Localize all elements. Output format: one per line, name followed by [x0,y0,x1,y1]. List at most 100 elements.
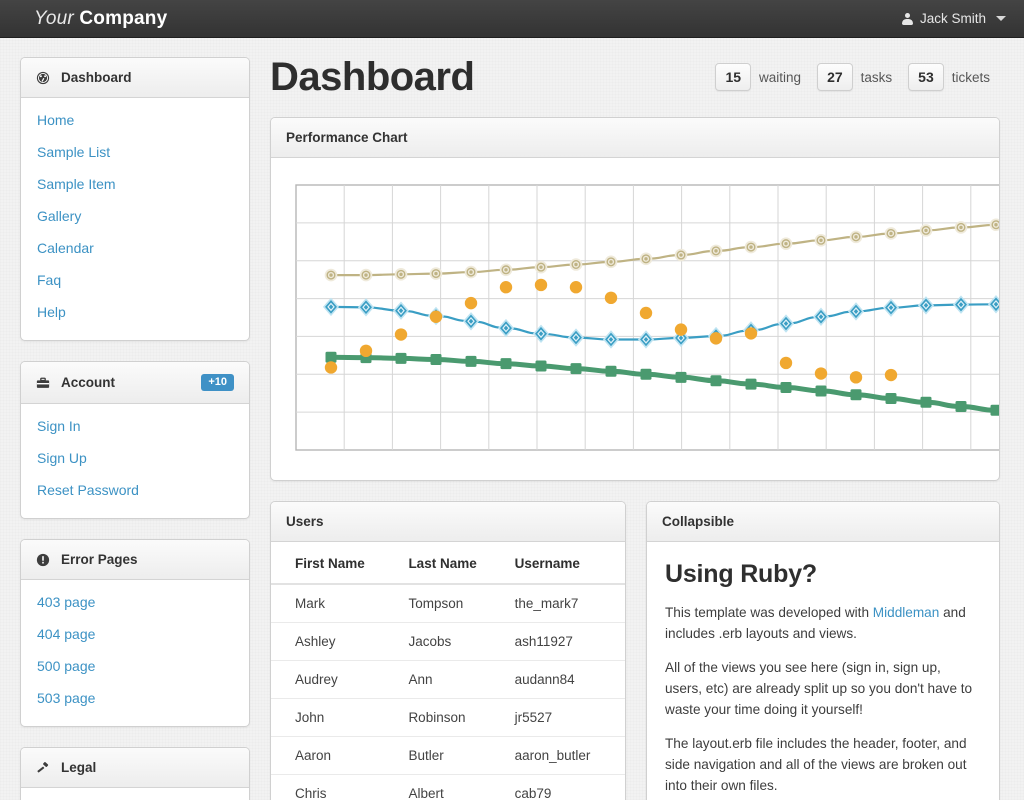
collapsible-panel-body: Using Ruby? This template was developed … [647,542,999,800]
collapsible-paragraph-2: All of the views you see here (sign in, … [665,660,973,717]
sidebar-group-header[interactable]: Account +10 [21,362,249,404]
cell-username: audann84 [504,660,625,699]
table-row[interactable]: John Robinson jr5527 [271,698,625,737]
stat-waiting-label: waiting [759,69,802,85]
users-panel: Users First Name Last Name Username Mark… [270,501,626,800]
sidebar-item-sample-list[interactable]: Sample List [21,136,249,168]
sidebar-group-title: Legal [61,760,97,775]
stat-tasks-label: tasks [860,69,893,85]
collapsible-column: Collapsible Using Ruby? This template wa… [646,501,1000,800]
sidebar-item-help[interactable]: Help [21,296,249,328]
list-item: 404 page [21,618,249,650]
bottom-row: Users First Name Last Name Username Mark… [270,501,1000,800]
user-name-label: Jack Smith [919,11,986,26]
panel-title: Performance Chart [286,130,408,145]
list-item: Calendar [21,232,249,264]
sidebar-item-privacy-policy[interactable]: Privacy Policy [21,794,249,800]
cell-username: the_mark7 [504,583,625,623]
performance-chart-header[interactable]: Performance Chart [271,118,999,158]
exclamation-circle-icon [36,553,50,567]
stat-tickets-value: 53 [908,63,944,91]
list-item: 500 page [21,650,249,682]
sidebar-item-sign-up[interactable]: Sign Up [21,442,249,474]
sidebar-item-calendar[interactable]: Calendar [21,232,249,264]
list-item: Help [21,296,249,328]
list-item: Sample Item [21,168,249,200]
sidebar-item-404-page[interactable]: 404 page [21,618,249,650]
table-row[interactable]: Aaron Butler aaron_butler [271,736,625,775]
collapsible-paragraph-1: This template was developed with Middlem… [665,603,981,644]
sidebar-item-home[interactable]: Home [21,104,249,136]
sidebar-nav-error-pages: 403 page 404 page 500 page 503 page [21,580,249,726]
collapsible-panel-header[interactable]: Collapsible [647,502,999,542]
user-menu[interactable]: Jack Smith [901,11,1006,26]
cell-first-name: Mark [271,583,399,623]
user-icon [901,12,913,25]
table-row[interactable]: Mark Tompson the_mark7 [271,583,625,623]
list-item: Faq [21,264,249,296]
cell-last-name: Albert [398,774,505,800]
stat-tasks-value: 27 [817,63,853,91]
column-header-last-name[interactable]: Last Name [398,542,505,585]
performance-chart-canvas[interactable] [271,172,999,466]
cell-last-name: Tompson [398,583,505,623]
stat-waiting-value: 15 [715,63,752,91]
page-header: Dashboard 15 waiting 27 tasks 53 tickets [270,57,1000,97]
briefcase-icon [36,376,50,390]
cell-first-name: Ashley [271,622,399,661]
collapsible-panel: Collapsible Using Ruby? This template wa… [646,501,1000,800]
sidebar-item-sample-item[interactable]: Sample Item [21,168,249,200]
status-badge: +10 [201,374,234,391]
sidebar-item-500-page[interactable]: 500 page [21,650,249,682]
cell-first-name: John [271,698,399,737]
sidebar-item-reset-password[interactable]: Reset Password [21,474,249,506]
list-item: Sample List [21,136,249,168]
list-item: Home [21,104,249,136]
sidebar-group-header[interactable]: Dashboard [21,58,249,98]
gavel-icon [36,761,50,775]
collapsible-paragraph-3: The layout.erb file includes the header,… [665,736,967,793]
list-item: 403 page [21,586,249,618]
sidebar-group-error-pages: Error Pages 403 page 404 page 500 page 5… [20,539,250,727]
sidebar-item-503-page[interactable]: 503 page [21,682,249,714]
cell-first-name: Chris [271,774,399,800]
sidebar-item-403-page[interactable]: 403 page [21,586,249,618]
cell-username: aaron_butler [504,736,625,775]
sidebar-group-header[interactable]: Legal [21,748,249,788]
performance-chart-panel: Performance Chart [270,117,1000,481]
users-table-body: Mark Tompson the_mark7 Ashley Jacobs ash… [271,583,625,800]
sidebar-group-legal: Legal Privacy Policy [20,747,250,800]
brand-your-text: Your [34,7,74,29]
users-panel-header[interactable]: Users [271,502,625,542]
list-item: Privacy Policy [21,794,249,800]
sidebar-group-header[interactable]: Error Pages [21,540,249,580]
users-panel-body: First Name Last Name Username Mark Tomps… [271,542,625,800]
cell-first-name: Aaron [271,736,399,775]
cell-first-name: Audrey [271,660,399,699]
cell-last-name: Jacobs [398,622,505,661]
sidebar-nav-account: Sign In Sign Up Reset Password [21,404,249,518]
brand-company-text: Company [79,7,168,29]
table-row[interactable]: Audrey Ann audann84 [271,660,625,699]
list-item: Sign Up [21,442,249,474]
sidebar-item-gallery[interactable]: Gallery [21,200,249,232]
brand-logo[interactable]: Your Company [34,8,167,30]
table-row[interactable]: Ashley Jacobs ash11927 [271,622,625,661]
sidebar-group-account: Account +10 Sign In Sign Up Reset Passwo… [20,361,250,519]
cell-last-name: Robinson [398,698,505,737]
sidebar-item-faq[interactable]: Faq [21,264,249,296]
sidebar-nav-dashboard: Home Sample List Sample Item Gallery Cal… [21,98,249,340]
middleman-link[interactable]: Middleman [873,605,940,620]
cell-username: cab79 [504,774,625,800]
table-row[interactable]: Chris Albert cab79 [271,774,625,800]
cell-last-name: Ann [398,660,505,699]
list-item: Reset Password [21,474,249,506]
column-header-username[interactable]: Username [504,542,625,585]
stats-summary: 15 waiting 27 tasks 53 tickets [715,63,998,97]
sidebar: Dashboard Home Sample List Sample Item G… [20,57,250,800]
users-table: First Name Last Name Username Mark Tomps… [271,542,625,800]
sidebar-item-sign-in[interactable]: Sign In [21,410,249,442]
sidebar-group-title: Error Pages [61,552,138,567]
column-header-first-name[interactable]: First Name [271,542,399,585]
list-item: Gallery [21,200,249,232]
